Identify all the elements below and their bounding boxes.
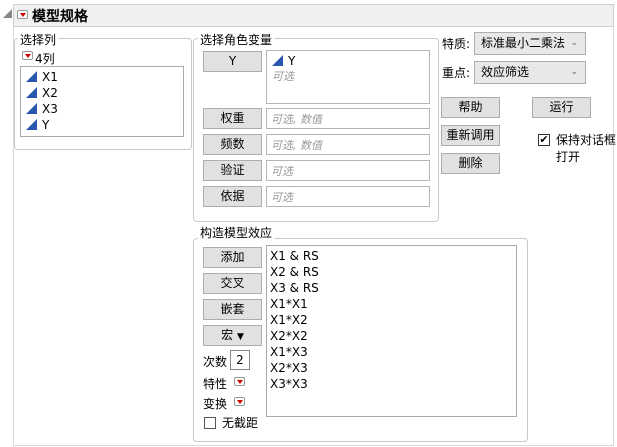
personality-label: 特质: [442,37,471,51]
list-item[interactable]: Y [21,117,183,133]
continuous-icon [26,87,37,98]
emphasis-value: 效应筛选 [481,65,530,79]
macros-label: 宏 [221,328,234,342]
red-triangle-menu-icon[interactable] [17,10,28,19]
weight-field[interactable]: 可选, 数值 [266,108,430,129]
emphasis-select[interactable]: 效应筛选 ⌄ [474,61,586,84]
degree-label: 次数 [203,355,228,369]
list-item[interactable]: Y [267,53,429,69]
column-count: 4列 [35,52,55,66]
y-role-list[interactable]: Y 可选 [266,50,430,104]
column-list[interactable]: X1 X2 X3 Y [20,66,184,137]
column-name: X1 [42,70,58,84]
column-name: Y [42,118,50,132]
validation-button[interactable]: 验证 [203,160,262,181]
nest-button[interactable]: 嵌套 [203,299,262,320]
macros-button[interactable]: 宏 ▼ [203,325,262,346]
list-item[interactable]: X1*X1 [267,296,516,312]
list-item[interactable]: X2 & RS [267,264,516,280]
transform-label: 变换 [203,397,228,411]
cross-button[interactable]: 交叉 [203,273,262,294]
freq-button[interactable]: 频数 [203,134,262,155]
continuous-icon [26,103,37,114]
list-item[interactable]: X3*X3 [267,376,516,392]
chevron-down-icon: ⌄ [570,38,578,48]
continuous-icon [272,55,283,66]
construct-effects-label: 构造模型效应 [198,224,275,241]
keep-open-checkbox[interactable]: ✔ [538,134,550,146]
add-button[interactable]: 添加 [203,247,262,268]
list-item[interactable]: X1*X2 [267,312,516,328]
panel-header [13,4,614,27]
by-button[interactable]: 依据 [203,186,262,207]
role-value: Y [288,54,296,68]
list-item[interactable]: X3 [21,101,183,117]
freq-field[interactable]: 可选, 数值 [266,134,430,155]
list-item[interactable]: X2 [21,85,183,101]
keep-open-label: 保持对话框打开 [556,133,617,164]
chevron-down-icon: ⌄ [570,67,578,77]
page-title: 模型规格 [32,9,88,25]
list-item[interactable]: X2*X3 [267,360,516,376]
column-name: X3 [42,102,58,116]
y-button[interactable]: Y [203,51,262,72]
validation-field[interactable]: 可选 [266,160,430,181]
list-item[interactable]: X3 & RS [267,280,516,296]
attributes-menu-icon[interactable] [234,377,245,386]
caret-down-icon: ▼ [236,332,244,342]
help-button[interactable]: 帮助 [441,97,500,118]
effects-list[interactable]: X1 & RS X2 & RS X3 & RS X1*X1 X1*X2 X2*X… [266,245,517,417]
disclosure-icon[interactable] [3,9,12,18]
columns-menu-icon[interactable] [22,51,33,60]
y-placeholder: 可选 [272,70,294,83]
list-item[interactable]: X2*X2 [267,328,516,344]
continuous-icon [26,119,37,130]
transform-menu-icon[interactable] [234,397,245,406]
continuous-icon [26,71,37,82]
personality-value: 标准最小二乘法 [481,36,566,50]
emphasis-label: 重点: [442,66,471,80]
recall-button[interactable]: 重新调用 [441,125,500,146]
roles-label: 选择角色变量 [198,31,275,48]
by-field[interactable]: 可选 [266,186,430,207]
attributes-label: 特性 [203,377,228,391]
list-item[interactable]: X1 & RS [267,248,516,264]
select-columns-label: 选择列 [18,31,59,48]
list-item[interactable]: X1*X3 [267,344,516,360]
no-intercept-label: 无截距 [222,416,259,430]
degree-input[interactable]: 2 [230,350,250,370]
personality-select[interactable]: 标准最小二乘法 ⌄ [474,32,586,55]
column-name: X2 [42,86,58,100]
weight-button[interactable]: 权重 [203,108,262,129]
run-button[interactable]: 运行 [532,97,591,118]
remove-button[interactable]: 删除 [441,153,500,174]
no-intercept-checkbox[interactable] [204,417,216,429]
list-item[interactable]: X1 [21,69,183,85]
